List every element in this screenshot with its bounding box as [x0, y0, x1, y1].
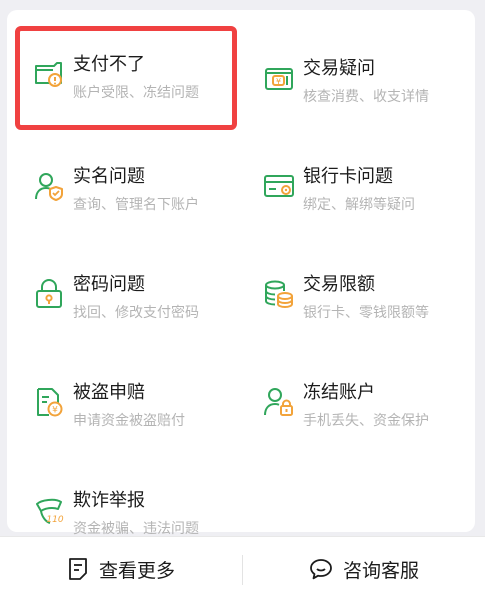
- topic-subtitle: 绑定、解绑等疑问: [303, 197, 415, 213]
- svg-text:110: 110: [46, 515, 63, 525]
- user-shield-icon: [33, 170, 65, 202]
- document-list-icon: [67, 557, 89, 581]
- help-topics-card: 支付不了 账户受限、冻结问题 ¥ 交易疑问 核查消费、收支详情 实名问题 查询、…: [7, 10, 475, 537]
- padlock-icon: [33, 278, 65, 310]
- topic-title: 交易疑问: [303, 58, 375, 79]
- topic-subtitle: 申请资金被盗赔付: [73, 413, 185, 429]
- topic-title: 实名问题: [73, 166, 145, 187]
- topic-subtitle: 资金被骗、违法问题: [73, 521, 199, 537]
- topic-subtitle: 账户受限、冻结问题: [73, 85, 199, 101]
- svg-text:¥: ¥: [52, 406, 58, 416]
- claim-document-icon: ¥: [33, 386, 65, 418]
- chat-bubble-icon: [309, 557, 333, 581]
- customer-service-label: 咨询客服: [342, 559, 419, 582]
- topic-title: 被盗申赔: [73, 382, 145, 403]
- topic-title: 交易限额: [303, 274, 375, 295]
- topic-subtitle: 找回、修改支付密码: [73, 305, 199, 321]
- coin-stack-icon: [263, 278, 295, 310]
- topic-theft-claim[interactable]: ¥ 被盗申赔 申请资金被盗赔付: [15, 354, 241, 450]
- user-lock-icon: [263, 386, 295, 418]
- topic-subtitle: 手机丢失、资金保护: [303, 413, 429, 429]
- customer-service-button[interactable]: 咨询客服: [243, 537, 485, 601]
- topic-transaction-query[interactable]: ¥ 交易疑问 核查消费、收支详情: [245, 30, 471, 126]
- view-more-button[interactable]: 查看更多: [0, 537, 242, 601]
- topic-title: 冻结账户: [303, 382, 375, 403]
- bank-card-icon: [263, 170, 295, 202]
- topic-bank-card[interactable]: 银行卡问题 绑定、解绑等疑问: [245, 138, 471, 234]
- topic-password[interactable]: 密码问题 找回、修改支付密码: [15, 246, 241, 342]
- topic-subtitle: 查询、管理名下账户: [73, 197, 199, 213]
- help-topics-grid: 支付不了 账户受限、冻结问题 ¥ 交易疑问 核查消费、收支详情 实名问题 查询、…: [7, 10, 475, 537]
- topic-cannot-pay[interactable]: 支付不了 账户受限、冻结问题: [15, 26, 237, 130]
- topic-title: 欺诈举报: [73, 490, 145, 511]
- topic-title: 银行卡问题: [303, 166, 393, 187]
- topic-title: 密码问题: [73, 274, 145, 295]
- topic-subtitle: 银行卡、零钱限额等: [303, 305, 429, 321]
- wallet-alert-icon: [33, 58, 65, 90]
- topic-subtitle: 核查消费、收支详情: [303, 89, 429, 105]
- topic-transaction-limit[interactable]: 交易限额 银行卡、零钱限额等: [245, 246, 471, 342]
- wallet-yuan-icon: ¥: [263, 62, 295, 94]
- topic-title: 支付不了: [73, 54, 145, 75]
- topic-fraud-report[interactable]: 110 欺诈举报 资金被骗、违法问题: [15, 462, 241, 537]
- report-110-icon: 110: [33, 494, 65, 526]
- view-more-label: 查看更多: [98, 559, 175, 582]
- bottom-action-bar: 查看更多 咨询客服: [0, 536, 485, 601]
- topic-freeze-account[interactable]: 冻结账户 手机丢失、资金保护: [245, 354, 471, 450]
- svg-text:¥: ¥: [276, 77, 281, 86]
- topic-real-name[interactable]: 实名问题 查询、管理名下账户: [15, 138, 241, 234]
